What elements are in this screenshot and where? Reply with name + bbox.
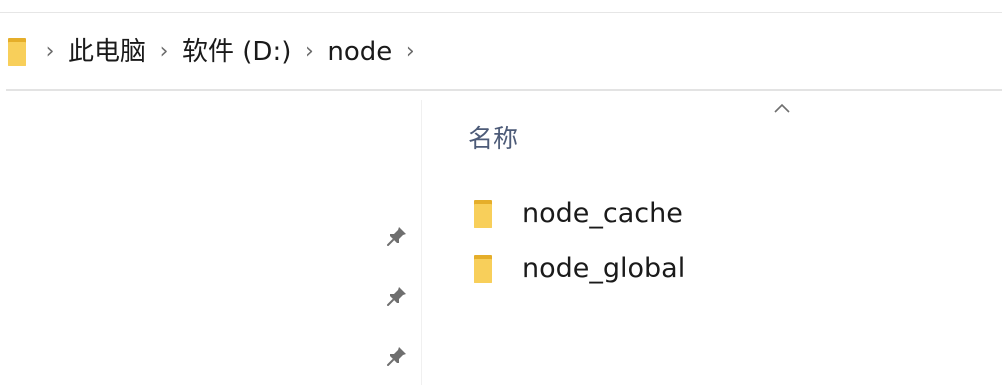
pin-icon[interactable] — [382, 281, 412, 311]
column-header-name[interactable]: 名称 — [468, 119, 518, 159]
chevron-right-icon[interactable]: › — [36, 32, 64, 72]
list-item[interactable]: node_global — [472, 244, 685, 294]
folder-icon — [6, 35, 36, 69]
navigation-pane — [0, 91, 421, 385]
file-list: 名称 node_cache node_global — [422, 91, 1002, 385]
file-name: node_cache — [522, 198, 683, 229]
breadcrumb-item-this-pc[interactable]: 此电脑 — [64, 32, 150, 72]
chevron-right-icon[interactable]: › — [396, 32, 424, 72]
sort-ascending-icon[interactable] — [770, 99, 794, 117]
file-name: node_global — [522, 253, 686, 284]
breadcrumb-item-drive-d[interactable]: 软件 (D:) — [178, 32, 295, 72]
file-explorer-window: › 此电脑 › 软件 (D:) › node › 名称 node_cache n… — [0, 0, 1002, 385]
chevron-right-icon[interactable]: › — [150, 32, 178, 72]
folder-icon — [472, 252, 500, 286]
top-divider — [0, 12, 1002, 13]
pin-icon[interactable] — [382, 341, 412, 371]
breadcrumb-item-node[interactable]: node — [323, 32, 396, 72]
pin-icon[interactable] — [382, 221, 412, 251]
chevron-right-icon[interactable]: › — [295, 32, 323, 72]
breadcrumb[interactable]: › 此电脑 › 软件 (D:) › node › — [0, 14, 1002, 89]
list-item[interactable]: node_cache — [472, 189, 683, 239]
folder-icon — [472, 197, 500, 231]
